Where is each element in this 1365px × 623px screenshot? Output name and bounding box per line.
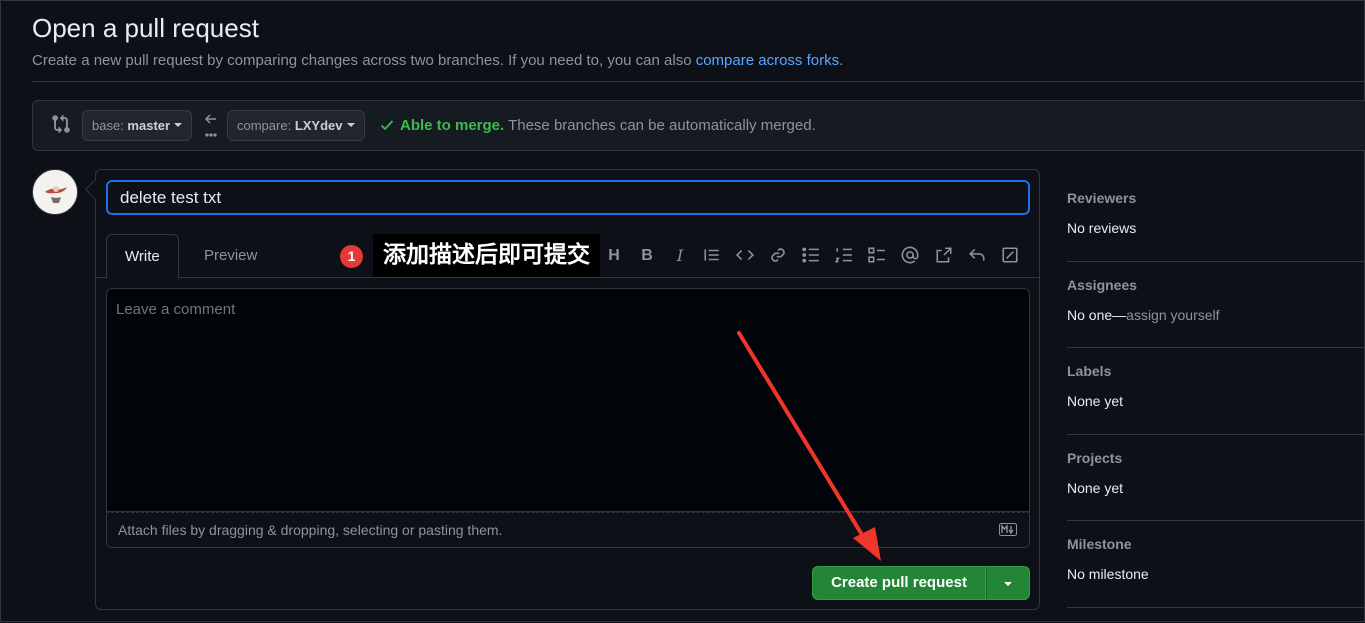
compare-label: compare: (237, 118, 295, 133)
avatar[interactable] (32, 169, 78, 215)
compare-across-forks-link[interactable]: compare across forks (696, 52, 839, 69)
sidebar-reviewers: Reviewers No reviews (1067, 175, 1365, 262)
ordered-list-icon[interactable] (834, 246, 854, 266)
task-list-icon[interactable] (867, 246, 887, 266)
link-icon[interactable] (768, 246, 788, 266)
saved-reply-icon[interactable] (1000, 246, 1020, 266)
sidebar-heading[interactable]: Projects (1067, 450, 1122, 466)
sidebar-heading[interactable]: Labels (1067, 363, 1111, 379)
sidebar-heading[interactable]: Milestone (1067, 536, 1132, 552)
base-label: base: (92, 118, 128, 133)
bold-icon[interactable]: B (637, 246, 657, 266)
caret-down-icon (346, 122, 355, 127)
compare-branch-select[interactable]: compare: LXYdev (227, 110, 365, 141)
sidebar-value: No one—assign yourself (1067, 307, 1220, 323)
sidebar-milestone: Milestone No milestone (1067, 521, 1365, 608)
merge-detail-text: These branches can be automatically merg… (504, 117, 816, 134)
unordered-list-icon[interactable] (801, 246, 821, 266)
compare-branch-name: LXYdev (294, 118, 343, 133)
base-branch-name: master (127, 118, 171, 133)
tab-write[interactable]: Write (106, 234, 179, 279)
create-pull-request-button[interactable]: Create pull request (812, 566, 986, 600)
create-options-dropdown[interactable] (986, 566, 1030, 600)
sidebar-value: No milestone (1067, 566, 1149, 582)
mention-icon[interactable] (900, 246, 920, 266)
merge-status: Able to merge. These branches can be aut… (379, 117, 816, 134)
git-compare-icon (52, 114, 70, 134)
reply-icon[interactable] (967, 246, 987, 266)
sidebar-projects: Projects None yet (1067, 435, 1365, 521)
attach-files-text: Attach files by dragging & dropping, sel… (118, 522, 503, 538)
subtitle-text: Create a new pull request by comparing c… (32, 52, 696, 69)
markdown-icon (999, 523, 1017, 536)
sidebar-assignees: Assignees No one—assign yourself (1067, 262, 1365, 348)
assign-yourself-link[interactable]: assign yourself (1126, 307, 1219, 323)
subtitle-suffix: . (839, 52, 844, 69)
check-icon (380, 120, 394, 131)
annotation-callout: 添加描述后即可提交 (373, 234, 600, 277)
assignee-none: No one— (1067, 306, 1127, 323)
sidebar-heading[interactable]: Assignees (1067, 277, 1137, 293)
base-branch-select[interactable]: base: master (82, 110, 193, 141)
caret-down-icon (174, 122, 183, 127)
attach-files-bar[interactable]: Attach files by dragging & dropping, sel… (106, 512, 1030, 548)
sidebar: Reviewers No reviews Assignees No one—as… (1067, 175, 1365, 608)
merge-ok-text: Able to merge. (400, 117, 505, 134)
sidebar-value: None yet (1067, 393, 1124, 409)
sidebar-heading[interactable]: Reviewers (1067, 190, 1136, 206)
code-icon[interactable] (735, 246, 755, 266)
sidebar-labels: Labels None yet (1067, 348, 1365, 435)
tab-preview[interactable]: Preview (186, 234, 275, 278)
italic-icon[interactable]: I (670, 246, 690, 266)
pr-title-input[interactable] (106, 180, 1030, 215)
quote-icon[interactable] (702, 246, 722, 266)
page-subtitle: Create a new pull request by comparing c… (32, 52, 843, 69)
branch-compare-bar: base: master compare: LXYdev Able to mer… (32, 100, 1365, 151)
heading-icon[interactable]: H (604, 246, 624, 266)
comment-textarea[interactable] (106, 288, 1030, 512)
page-title: Open a pull request (32, 13, 259, 43)
sidebar-value: None yet (1067, 479, 1124, 496)
caret-down-icon (1004, 582, 1012, 586)
reference-icon[interactable] (934, 246, 954, 266)
annotation-badge: 1 (340, 245, 363, 268)
divider (32, 81, 1364, 82)
sidebar-value: No reviews (1067, 220, 1137, 236)
arrow-left-icon (204, 114, 217, 137)
avatar-image-icon (33, 170, 77, 214)
